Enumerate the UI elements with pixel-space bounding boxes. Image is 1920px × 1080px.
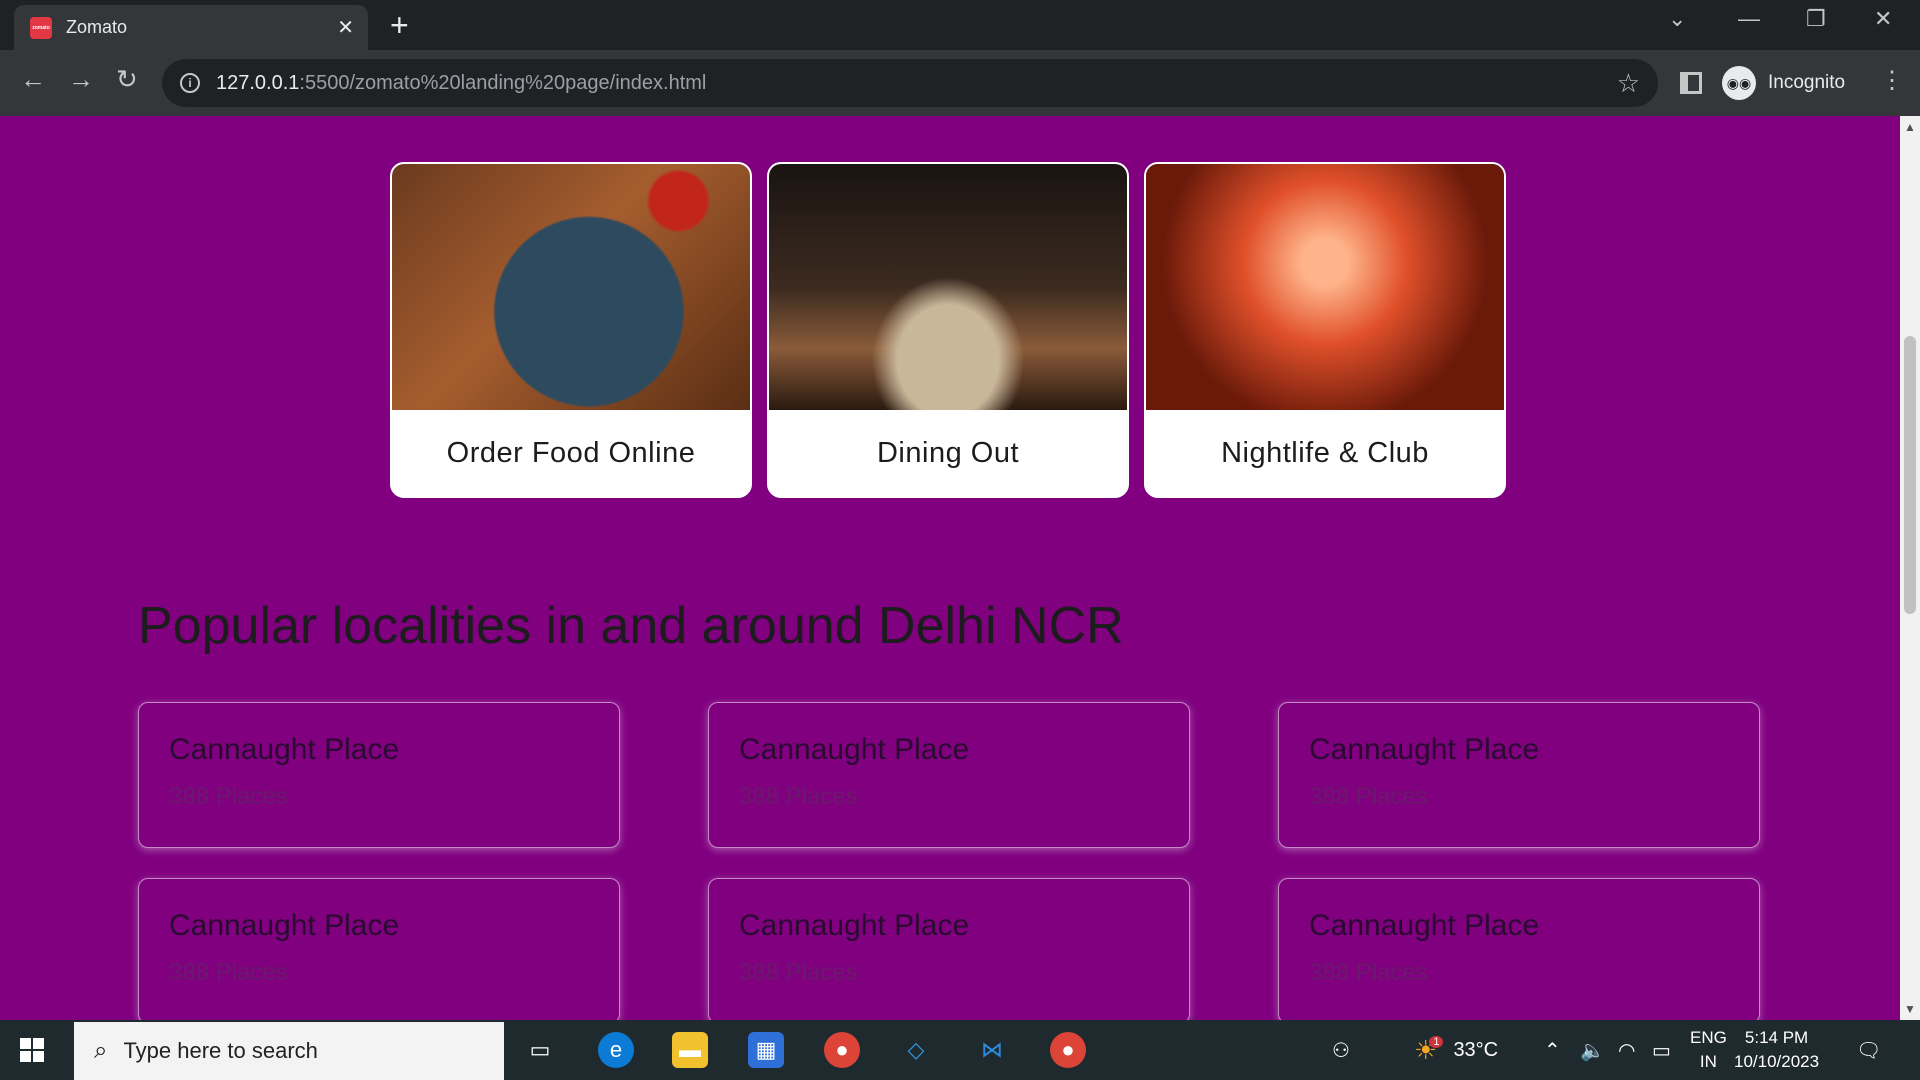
clock-date: 10/10/2023	[1734, 1052, 1820, 1071]
file-explorer-icon[interactable]: ▬	[672, 1032, 708, 1068]
forward-icon[interactable]: →	[68, 64, 94, 95]
card-nightlife[interactable]: Nightlife & Club	[1144, 162, 1506, 498]
weather-temp: 33°C	[1453, 1038, 1499, 1061]
locality-card[interactable]: Cannaught Place 388 Places	[138, 878, 620, 1020]
weather-widget[interactable]: ☀ 1 33°C	[1414, 1020, 1498, 1080]
browser-toolbar: ← → ↻ i 127.0.0.1:5500/zomato%20landing%…	[0, 50, 1920, 116]
locality-card[interactable]: Cannaught Place 388 Places	[1278, 702, 1760, 848]
battery-icon[interactable]: ▭	[1652, 1020, 1671, 1080]
locality-card[interactable]: Cannaught Place 388 Places	[708, 702, 1190, 848]
card-label: Order Food Online	[446, 436, 696, 469]
side-panel-icon[interactable]	[1680, 72, 1702, 94]
section-title: Popular localities in and around Delhi N…	[138, 597, 1124, 655]
order-food-image	[392, 164, 750, 410]
locality-name: Cannaught Place	[169, 733, 400, 766]
back-icon[interactable]: ←	[20, 64, 46, 95]
clock[interactable]: 5:14 PM 10/10/2023	[1734, 1026, 1819, 1074]
edge-icon[interactable]: e	[598, 1032, 634, 1068]
windows-taskbar: ⌕ Type here to search ▭ e ▬ ▦ ● ◇ ⋈ ● ⚇ …	[0, 1020, 1920, 1080]
scroll-down-icon[interactable]: ▼	[1904, 1002, 1916, 1016]
nightlife-image	[1146, 164, 1504, 410]
url-path: :5500/zomato%20landing%20page/index.html	[299, 71, 707, 94]
page-scrollbar[interactable]: ▲ ▼	[1900, 116, 1920, 1020]
locality-name: Cannaught Place	[169, 909, 400, 942]
vscode-icon[interactable]: ⋈	[974, 1032, 1010, 1068]
card-dining-out[interactable]: Dining Out	[767, 162, 1129, 498]
locality-count: 388 Places	[169, 783, 288, 810]
search-placeholder: Type here to search	[123, 1038, 318, 1063]
locality-count: 388 Places	[739, 783, 858, 810]
task-view-icon[interactable]: ▭	[522, 1032, 558, 1068]
locality-card[interactable]: Cannaught Place 388 Places	[1278, 878, 1760, 1020]
wifi-icon[interactable]: ◠	[1618, 1020, 1635, 1080]
url-host: 127.0.0.1	[216, 71, 300, 94]
menu-kebab-icon[interactable]: ⋮	[1880, 66, 1904, 95]
windows-start-icon[interactable]	[20, 1038, 44, 1062]
new-tab-icon[interactable]: +	[390, 9, 409, 41]
card-label: Nightlife & Club	[1221, 436, 1429, 469]
address-bar[interactable]: i 127.0.0.1:5500/zomato%20landing%20page…	[162, 59, 1658, 107]
people-icon[interactable]: ⚇	[1332, 1020, 1350, 1080]
locality-count: 388 Places	[169, 959, 288, 986]
store-icon[interactable]: ▦	[748, 1032, 784, 1068]
browser-tab[interactable]: zomato Zomato ✕	[14, 5, 368, 50]
tab-search-chevron-icon[interactable]: ⌄	[1668, 6, 1686, 32]
close-window-icon[interactable]: ✕	[1874, 6, 1892, 32]
close-tab-icon[interactable]: ✕	[337, 15, 354, 40]
locality-name: Cannaught Place	[1309, 733, 1540, 766]
lang-region: IN	[1699, 1052, 1717, 1071]
language-indicator[interactable]: ENG IN	[1690, 1026, 1727, 1074]
tray-chevron-icon[interactable]: ⌃	[1544, 1020, 1561, 1080]
reload-icon[interactable]: ↻	[116, 64, 138, 95]
search-icon: ⌕	[94, 1037, 108, 1064]
clock-time: 5:14 PM	[1744, 1028, 1809, 1047]
page-viewport: Order Food Online Dining Out Nightlife &…	[0, 116, 1900, 1020]
taskbar-search-box[interactable]: ⌕ Type here to search	[74, 1022, 504, 1080]
chrome-icon[interactable]: ●	[824, 1032, 860, 1068]
card-order-food[interactable]: Order Food Online	[390, 162, 752, 498]
incognito-indicator[interactable]: ◉◉ Incognito	[1722, 60, 1845, 106]
chrome-incognito-icon[interactable]: ●	[1050, 1032, 1086, 1068]
locality-name: Cannaught Place	[1309, 909, 1540, 942]
locality-count: 388 Places	[1309, 959, 1428, 986]
zomato-favicon-icon: zomato	[30, 16, 52, 39]
site-info-icon[interactable]: i	[180, 73, 200, 93]
incognito-label: Incognito	[1768, 72, 1846, 93]
incognito-icon: ◉◉	[1722, 66, 1756, 100]
tab-strip: zomato Zomato ✕ + ⌄ — ❐ ✕	[0, 0, 1920, 50]
locality-name: Cannaught Place	[739, 909, 970, 942]
restore-icon[interactable]: ❐	[1806, 6, 1826, 32]
locality-count: 388 Places	[739, 959, 858, 986]
notifications-icon[interactable]: 🗨	[1856, 1020, 1881, 1080]
tab-title: Zomato	[66, 17, 128, 37]
app-icon[interactable]: ◇	[898, 1032, 934, 1068]
dining-out-image	[769, 164, 1127, 410]
minimize-icon[interactable]: —	[1738, 6, 1760, 32]
lang-code: ENG	[1690, 1028, 1727, 1047]
scrollbar-thumb[interactable]	[1904, 336, 1916, 614]
weather-badge: 1	[1429, 1036, 1444, 1048]
localities-grid: Cannaught Place 388 Places Cannaught Pla…	[138, 702, 1760, 1020]
locality-name: Cannaught Place	[739, 733, 970, 766]
locality-card[interactable]: Cannaught Place 388 Places	[138, 702, 620, 848]
bookmark-star-icon[interactable]: ☆	[1617, 68, 1640, 99]
scroll-up-icon[interactable]: ▲	[1904, 120, 1916, 134]
locality-card[interactable]: Cannaught Place 388 Places	[708, 878, 1190, 1020]
card-label: Dining Out	[876, 436, 1019, 469]
volume-icon[interactable]: 🔈	[1580, 1020, 1605, 1080]
locality-count: 388 Places	[1309, 783, 1428, 810]
url-text[interactable]: 127.0.0.1:5500/zomato%20landing%20page/i…	[216, 72, 1617, 95]
category-cards: Order Food Online Dining Out Nightlife &…	[390, 162, 1506, 498]
